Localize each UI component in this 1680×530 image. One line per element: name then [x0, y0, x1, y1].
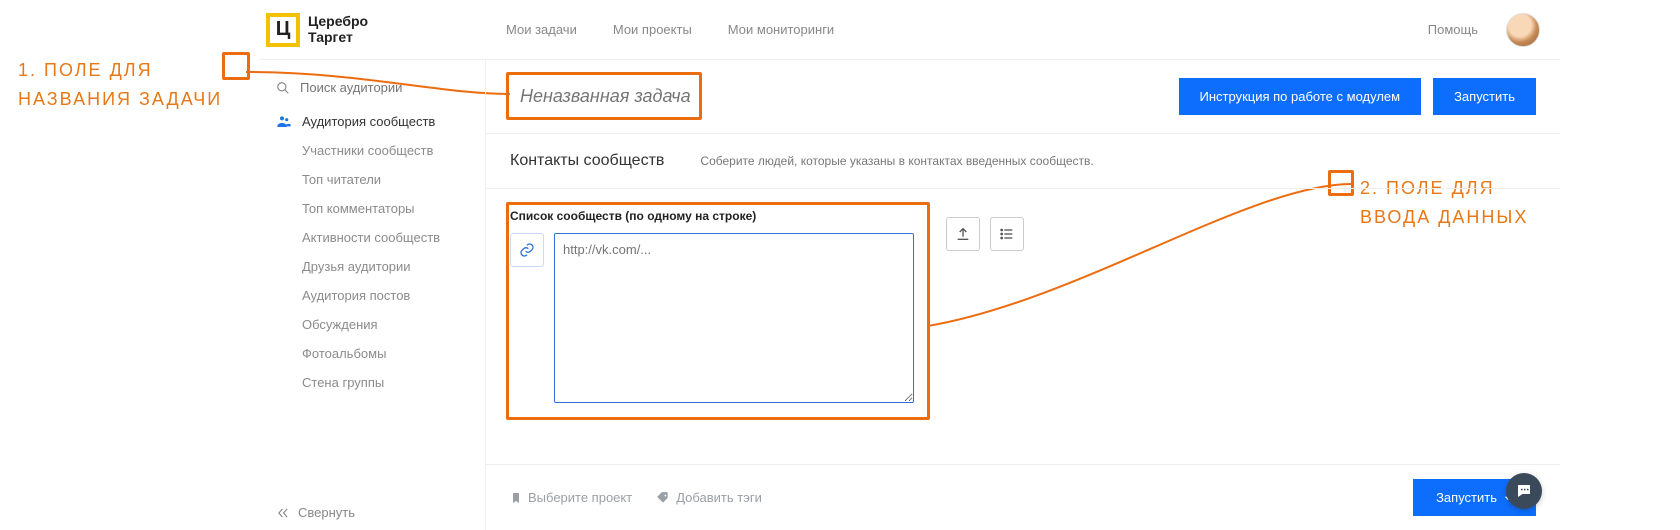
community-list-row — [510, 233, 940, 403]
list-button[interactable] — [990, 217, 1024, 251]
task-name-wrap — [510, 78, 730, 115]
sidebar-item-1[interactable]: Топ читатели — [302, 172, 473, 187]
app-root: Ц Церебро Таргет Мои задачи Мои проекты … — [260, 0, 1560, 530]
logo-line2: Таргет — [308, 30, 368, 45]
sidebar-item-5[interactable]: Аудитория постов — [302, 288, 473, 303]
sidebar-item-6[interactable]: Обсуждения — [302, 317, 473, 332]
sidebar-search[interactable] — [276, 80, 473, 95]
community-list-label: Список сообществ (по одному на строке) — [510, 209, 940, 223]
nav-monitorings[interactable]: Мои мониторинги — [728, 22, 834, 37]
bookmark-icon — [510, 491, 522, 505]
list-side-buttons — [946, 217, 1024, 251]
tag-icon — [656, 491, 670, 505]
chat-fab[interactable] — [1506, 473, 1542, 509]
community-list-wrap: Список сообществ (по одному на строке) — [510, 209, 940, 403]
nav-help[interactable]: Помощь — [1428, 22, 1478, 37]
group-icon — [276, 113, 292, 129]
topbar: Ц Церебро Таргет Мои задачи Мои проекты … — [260, 0, 1560, 60]
sidebar-group-title[interactable]: Аудитория сообществ — [276, 113, 473, 129]
annotation-1-line1: 1. Поле для — [18, 56, 222, 85]
footer: Выберите проект Добавить тэги Запустить — [486, 464, 1560, 530]
annotation-1-line2: названия задачи — [18, 85, 222, 114]
instruction-button[interactable]: Инструкция по работе с модулем — [1179, 78, 1422, 115]
top-nav: Мои задачи Мои проекты Мои мониторинги — [506, 22, 834, 37]
search-icon — [276, 81, 290, 95]
header-buttons: Инструкция по работе с модулем Запустить — [1179, 78, 1536, 115]
topbar-right: Помощь — [1428, 13, 1540, 47]
select-project[interactable]: Выберите проект — [510, 490, 632, 505]
add-tags-label: Добавить тэги — [676, 490, 762, 505]
run-button-top[interactable]: Запустить — [1433, 78, 1536, 115]
content-desc: Соберите людей, которые указаны в контак… — [700, 154, 1093, 168]
run-button-bottom-label: Запустить — [1436, 490, 1497, 505]
sidebar-item-0[interactable]: Участники сообществ — [302, 143, 473, 158]
chat-icon — [1515, 482, 1533, 500]
sidebar-item-3[interactable]: Активности сообществ — [302, 230, 473, 245]
community-list-textarea[interactable] — [554, 233, 914, 403]
annotation-1: 1. Поле для названия задачи — [18, 56, 222, 114]
sidebar-item-7[interactable]: Фотоальбомы — [302, 346, 473, 361]
collapse-icon — [276, 506, 290, 520]
sidebar-group-label: Аудитория сообществ — [302, 114, 435, 129]
list-icon — [999, 226, 1015, 242]
search-input[interactable] — [300, 80, 476, 95]
sidebar: Аудитория сообществ Участники сообществ … — [260, 60, 486, 530]
content-title: Контакты сообществ — [510, 152, 664, 170]
logo[interactable]: Ц Церебро Таргет — [266, 13, 486, 47]
select-project-label: Выберите проект — [528, 490, 632, 505]
main: Инструкция по работе с модулем Запустить… — [486, 60, 1560, 530]
logo-line1: Церебро — [308, 14, 368, 29]
content-body: Список сообществ (по одному на строке) — [486, 189, 1560, 423]
sidebar-item-8[interactable]: Стена группы — [302, 375, 473, 390]
nav-projects[interactable]: Мои проекты — [613, 22, 692, 37]
task-header: Инструкция по работе с модулем Запустить — [486, 60, 1560, 134]
body: Аудитория сообществ Участники сообществ … — [260, 60, 1560, 530]
nav-tasks[interactable]: Мои задачи — [506, 22, 577, 37]
sidebar-items: Участники сообществ Топ читатели Топ ком… — [276, 143, 473, 390]
footer-right: Запустить — [1413, 479, 1536, 516]
collapse-label: Свернуть — [298, 505, 355, 520]
upload-button[interactable] — [946, 217, 980, 251]
task-name-input[interactable] — [510, 78, 730, 115]
upload-icon — [955, 226, 971, 242]
callout-square-1 — [222, 52, 250, 80]
link-mode-badge[interactable] — [510, 233, 544, 267]
add-tags[interactable]: Добавить тэги — [656, 490, 762, 505]
logo-mark: Ц — [266, 13, 300, 47]
sidebar-item-2[interactable]: Топ комментаторы — [302, 201, 473, 216]
sidebar-item-4[interactable]: Друзья аудитории — [302, 259, 473, 274]
content-header: Контакты сообществ Соберите людей, котор… — [486, 134, 1560, 189]
logo-text: Церебро Таргет — [308, 14, 368, 45]
avatar[interactable] — [1506, 13, 1540, 47]
sidebar-collapse[interactable]: Свернуть — [276, 485, 473, 520]
